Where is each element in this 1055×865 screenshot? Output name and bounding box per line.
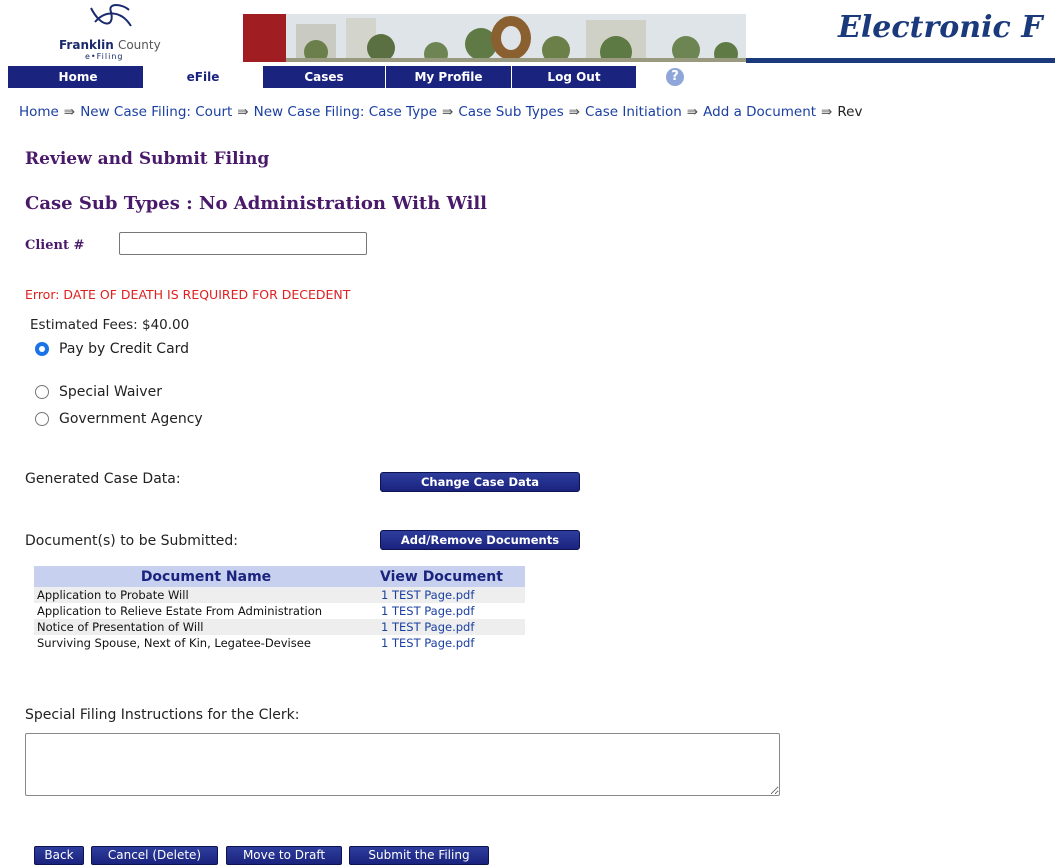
- special-waiver-option[interactable]: Special Waiver: [35, 383, 162, 401]
- banner-stripe: [746, 58, 1055, 63]
- document-name-cell: Notice of Presentation of Will: [34, 619, 378, 635]
- radio-unchecked-icon[interactable]: [35, 412, 49, 426]
- tab-efile[interactable]: eFile: [144, 66, 263, 88]
- franklin-county-logo[interactable]: Franklin County e•Filing: [55, 0, 175, 64]
- move-to-draft-button[interactable]: Move to Draft: [226, 846, 342, 865]
- breadcrumb-separator: ⇛: [442, 104, 454, 120]
- help-icon[interactable]: ?: [666, 68, 684, 86]
- breadcrumb-separator: ⇛: [63, 104, 76, 120]
- table-header-row: Document Name View Document: [34, 566, 525, 587]
- table-row: Application to Probate Will 1 TEST Page.…: [34, 587, 525, 603]
- pay-credit-card-option[interactable]: Pay by Credit Card: [35, 340, 189, 358]
- logo-efiling-text: e•Filing: [85, 52, 124, 61]
- special-instructions-label: Special Filing Instructions for the Cler…: [25, 707, 300, 723]
- table-row: Surviving Spouse, Next of Kin, Legatee-D…: [34, 635, 525, 651]
- government-agency-label: Government Agency: [59, 411, 203, 427]
- breadcrumb-separator: ⇛: [568, 104, 581, 120]
- tab-cases[interactable]: Cases: [263, 66, 386, 88]
- breadcrumb-add-a-document[interactable]: Add a Document: [703, 104, 816, 120]
- banner-skyline-image: [286, 14, 746, 62]
- breadcrumb-separator: ⇛: [686, 104, 699, 120]
- main-nav: Home eFile Cases My Profile Log Out ?: [0, 66, 1055, 88]
- add-remove-documents-button[interactable]: Add/Remove Documents: [380, 530, 580, 550]
- cancel-delete-button[interactable]: Cancel (Delete): [91, 846, 218, 865]
- change-case-data-button[interactable]: Change Case Data: [380, 472, 580, 492]
- breadcrumb-separator: ⇛: [821, 104, 833, 120]
- documents-to-submit-label: Document(s) to be Submitted:: [25, 533, 239, 549]
- view-document-link[interactable]: 1 TEST Page.pdf: [378, 619, 525, 635]
- back-button[interactable]: Back: [34, 846, 84, 865]
- special-instructions-textarea[interactable]: [25, 733, 780, 796]
- tab-my-profile[interactable]: My Profile: [386, 66, 512, 88]
- breadcrumb-case-initiation[interactable]: Case Initiation: [585, 104, 682, 120]
- error-message: Error: DATE OF DEATH IS REQUIRED FOR DEC…: [25, 287, 351, 302]
- submit-filing-button[interactable]: Submit the Filing: [349, 846, 489, 865]
- estimated-fees: Estimated Fees: $40.00: [30, 317, 190, 333]
- logo-text: Franklin County: [59, 38, 161, 52]
- pay-credit-card-label: Pay by Credit Card: [59, 341, 190, 357]
- view-document-link[interactable]: 1 TEST Page.pdf: [378, 635, 525, 651]
- case-subtype-title: Case Sub Types : No Administration With …: [25, 193, 488, 214]
- view-document-link[interactable]: 1 TEST Page.pdf: [378, 603, 525, 619]
- special-waiver-label: Special Waiver: [59, 384, 162, 400]
- table-row: Application to Relieve Estate From Admin…: [34, 603, 525, 619]
- banner-red-block: [243, 14, 286, 62]
- breadcrumb-case-sub-types[interactable]: Case Sub Types: [458, 104, 563, 120]
- breadcrumb-new-case-filing-case-type[interactable]: New Case Filing: Case Type: [254, 104, 437, 120]
- table-row: Notice of Presentation of Will 1 TEST Pa…: [34, 619, 525, 635]
- tab-log-out[interactable]: Log Out: [512, 66, 637, 88]
- header-banner: Franklin County e•Filing Electronic F: [0, 0, 1055, 64]
- page-title: Review and Submit Filing: [25, 149, 270, 169]
- radio-checked-icon[interactable]: [35, 342, 49, 356]
- documents-table: Document Name View Document Application …: [34, 566, 525, 651]
- banner-title: Electronic F: [838, 10, 1043, 45]
- logo-mark-icon: [90, 4, 132, 27]
- breadcrumb-new-case-filing-court[interactable]: New Case Filing: Court: [80, 104, 232, 120]
- document-name-cell: Application to Relieve Estate From Admin…: [37, 604, 323, 618]
- document-name-cell: Application to Probate Will: [34, 587, 378, 603]
- breadcrumb-review: Rev: [837, 104, 863, 120]
- view-document-link[interactable]: 1 TEST Page.pdf: [378, 587, 525, 603]
- breadcrumb: Home ⇛ New Case Filing: Court ⇛ New Case Fil…: [19, 104, 1055, 120]
- document-name-header: Document Name: [34, 566, 378, 587]
- client-number-input[interactable]: [119, 232, 367, 255]
- tab-home[interactable]: Home: [13, 66, 144, 88]
- government-agency-option[interactable]: Government Agency: [35, 410, 203, 428]
- breadcrumb-home[interactable]: Home: [19, 104, 59, 120]
- view-document-header: View Document: [378, 566, 525, 587]
- generated-case-data-label: Generated Case Data:: [25, 471, 181, 487]
- radio-unchecked-icon[interactable]: [35, 385, 49, 399]
- document-name-cell: Surviving Spouse, Next of Kin, Legatee-D…: [37, 636, 311, 650]
- breadcrumb-separator: ⇛: [237, 104, 249, 120]
- client-number-label: Client #: [25, 238, 85, 253]
